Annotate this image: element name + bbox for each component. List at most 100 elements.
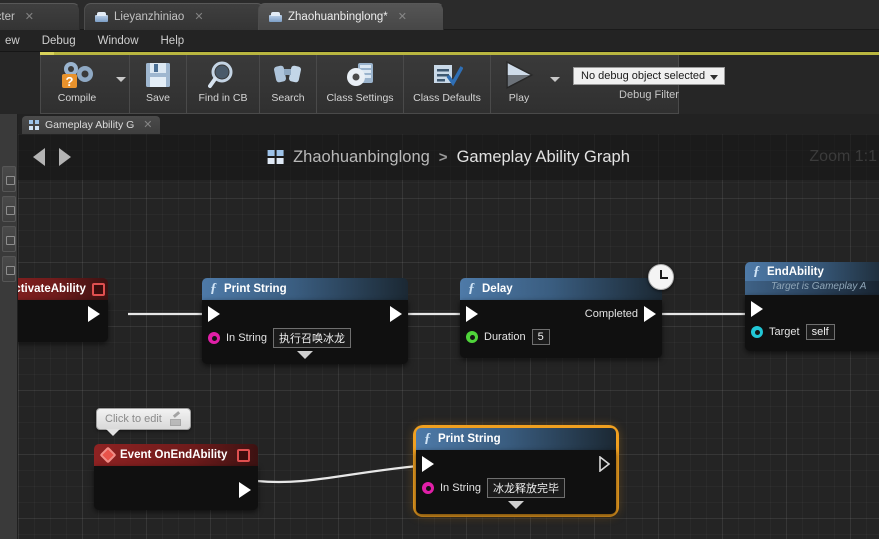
exec-input-pin[interactable] xyxy=(422,456,434,472)
pin-label: In String xyxy=(440,482,481,494)
exec-output-pin[interactable] xyxy=(390,306,402,322)
rail-tab-4[interactable] xyxy=(2,256,16,282)
node-delay[interactable]: ƒ Delay Completed Duration 5 xyxy=(460,264,674,358)
compile-dropdown-button[interactable] xyxy=(113,55,129,113)
node-print-string-1[interactable]: ƒ Print String In String 执行召唤冰龙 xyxy=(202,278,408,364)
expand-node-button[interactable] xyxy=(416,500,616,514)
document-tab-lieyanzhiniao[interactable]: Lieyanzhiniao ✕ xyxy=(84,3,264,30)
wire-onend-to-print2 xyxy=(256,463,429,484)
class-settings-label: Class Settings xyxy=(326,92,394,104)
tooltip-label: Click to edit xyxy=(105,413,162,425)
play-dropdown-button[interactable] xyxy=(547,55,563,113)
chevron-down-icon xyxy=(550,77,560,82)
breadcrumb-current[interactable]: Gameplay Ability Graph xyxy=(457,148,630,167)
exec-input-pin[interactable] xyxy=(466,306,478,322)
main-toolbar-region: ? Compile Save Find in CB Search Class S… xyxy=(0,52,879,114)
exec-output-pin[interactable] xyxy=(599,455,611,473)
in-string-value-field[interactable]: 执行召唤冰龙 xyxy=(272,328,351,348)
menu-item-debug[interactable]: Debug xyxy=(31,32,87,50)
graph-nav-arrows xyxy=(33,148,71,166)
main-toolbar: ? Compile Save Find in CB Search Class S… xyxy=(40,55,725,114)
compile-button[interactable]: ? Compile xyxy=(41,55,113,113)
exec-output-pin-completed[interactable] xyxy=(644,306,656,322)
node-end-ability[interactable]: ƒ EndAbility Target is Gameplay A Target… xyxy=(745,262,879,351)
pin-row-in-string: In String 执行召唤冰龙 xyxy=(202,326,408,350)
string-pin-icon[interactable] xyxy=(422,482,434,494)
exec-row xyxy=(745,295,879,321)
graph-tab-bar: Gameplay Ability G ✕ xyxy=(18,114,879,134)
click-to-edit-tooltip[interactable]: Click to edit xyxy=(96,408,191,436)
play-label: Play xyxy=(508,92,530,104)
exec-input-pin[interactable] xyxy=(751,301,763,317)
document-tab-zhaohuanbinglong[interactable]: Zhaohuanbinglong* ✕ xyxy=(258,3,444,30)
magnifier-icon xyxy=(208,60,238,90)
class-settings-button[interactable]: Class Settings xyxy=(317,55,403,113)
debug-object-select[interactable]: No debug object selected xyxy=(573,67,725,85)
rail-tab-1[interactable] xyxy=(2,166,16,192)
in-string-value-field[interactable]: 冰龙释放完毕 xyxy=(486,478,565,498)
float-pin-icon[interactable] xyxy=(466,331,478,343)
function-f-icon: ƒ xyxy=(753,263,760,279)
node-header: ƒ Delay xyxy=(460,278,662,300)
node-event-on-end-ability[interactable]: Event OnEndAbility xyxy=(94,444,258,510)
class-defaults-button[interactable]: Class Defaults xyxy=(404,55,490,113)
menu-item-window[interactable]: Window xyxy=(87,32,150,50)
left-rail xyxy=(0,114,18,539)
object-pin-icon[interactable] xyxy=(751,326,763,338)
close-icon[interactable]: ✕ xyxy=(143,119,152,131)
blueprint-graph-canvas[interactable]: ActivateAbility ƒ Print String xyxy=(18,134,879,539)
close-icon[interactable]: ✕ xyxy=(398,11,407,23)
chevron-down-icon xyxy=(297,351,313,359)
toolbar-group-compile: ? Compile xyxy=(41,55,130,113)
arrow-right-icon[interactable] xyxy=(59,148,71,166)
graph-icon xyxy=(29,120,40,130)
toolbar-group-play: Play No debug object selected Debug Filt… xyxy=(491,55,735,113)
string-pin-icon[interactable] xyxy=(208,332,220,344)
node-body: Completed Duration 5 xyxy=(460,300,662,358)
event-badge-icon xyxy=(91,282,105,296)
exec-output-pin[interactable] xyxy=(88,306,100,322)
exec-output-label: Completed xyxy=(584,308,638,320)
chevron-down-icon xyxy=(116,77,126,82)
graph-tab-gameplay-ability-graph[interactable]: Gameplay Ability G ✕ xyxy=(22,116,160,134)
compile-icon: ? xyxy=(58,60,96,90)
document-tab-character[interactable]: aracter ✕ xyxy=(0,3,80,30)
unreal-blueprint-editor: aracter ✕ Lieyanzhiniao ✕ Zhaohuanbinglo… xyxy=(0,0,879,539)
node-body: In String 冰龙释放完毕 xyxy=(416,450,616,514)
breadcrumb-parent[interactable]: Zhaohuanbinglong xyxy=(293,148,430,167)
zoom-level-label: Zoom 1:1 xyxy=(809,148,877,165)
exec-output-pin[interactable] xyxy=(239,482,251,498)
node-activate-ability[interactable]: ActivateAbility xyxy=(18,278,108,342)
expand-node-button[interactable] xyxy=(202,350,408,364)
exec-out-row xyxy=(94,466,258,502)
arrow-left-icon[interactable] xyxy=(33,148,45,166)
rail-tab-3[interactable] xyxy=(2,226,16,252)
target-value-field[interactable]: self xyxy=(805,324,835,340)
duration-value-field[interactable]: 5 xyxy=(531,329,550,345)
document-tab-label: Zhaohuanbinglong* xyxy=(288,11,388,23)
node-body xyxy=(94,466,258,510)
close-icon[interactable]: ✕ xyxy=(194,11,203,23)
breadcrumb-separator: > xyxy=(438,148,448,166)
menu-item-view[interactable]: ew xyxy=(0,32,31,50)
save-icon xyxy=(144,60,172,90)
play-button[interactable]: Play xyxy=(491,55,547,113)
gear-icon xyxy=(344,60,376,90)
blueprint-graph-icon xyxy=(267,149,284,165)
save-button[interactable]: Save xyxy=(130,55,186,113)
toolbar-group-class-settings: Class Settings xyxy=(317,55,404,113)
exec-row: Completed xyxy=(460,300,662,326)
rail-tab-2[interactable] xyxy=(2,196,16,222)
exec-input-pin[interactable] xyxy=(208,306,220,322)
node-title: ActivateAbility xyxy=(18,283,86,295)
pin-row-in-string: In String 冰龙释放完毕 xyxy=(416,476,616,500)
binoculars-icon xyxy=(273,60,303,90)
menu-item-help[interactable]: Help xyxy=(150,32,196,50)
search-button[interactable]: Search xyxy=(260,55,316,113)
find-in-content-browser-button[interactable]: Find in CB xyxy=(187,55,259,113)
close-icon[interactable]: ✕ xyxy=(25,11,34,23)
node-print-string-2[interactable]: ƒ Print String In String 冰龙释放完毕 xyxy=(416,428,616,514)
compile-label: Compile xyxy=(57,92,97,104)
svg-text:?: ? xyxy=(66,74,74,89)
play-icon xyxy=(502,60,536,90)
